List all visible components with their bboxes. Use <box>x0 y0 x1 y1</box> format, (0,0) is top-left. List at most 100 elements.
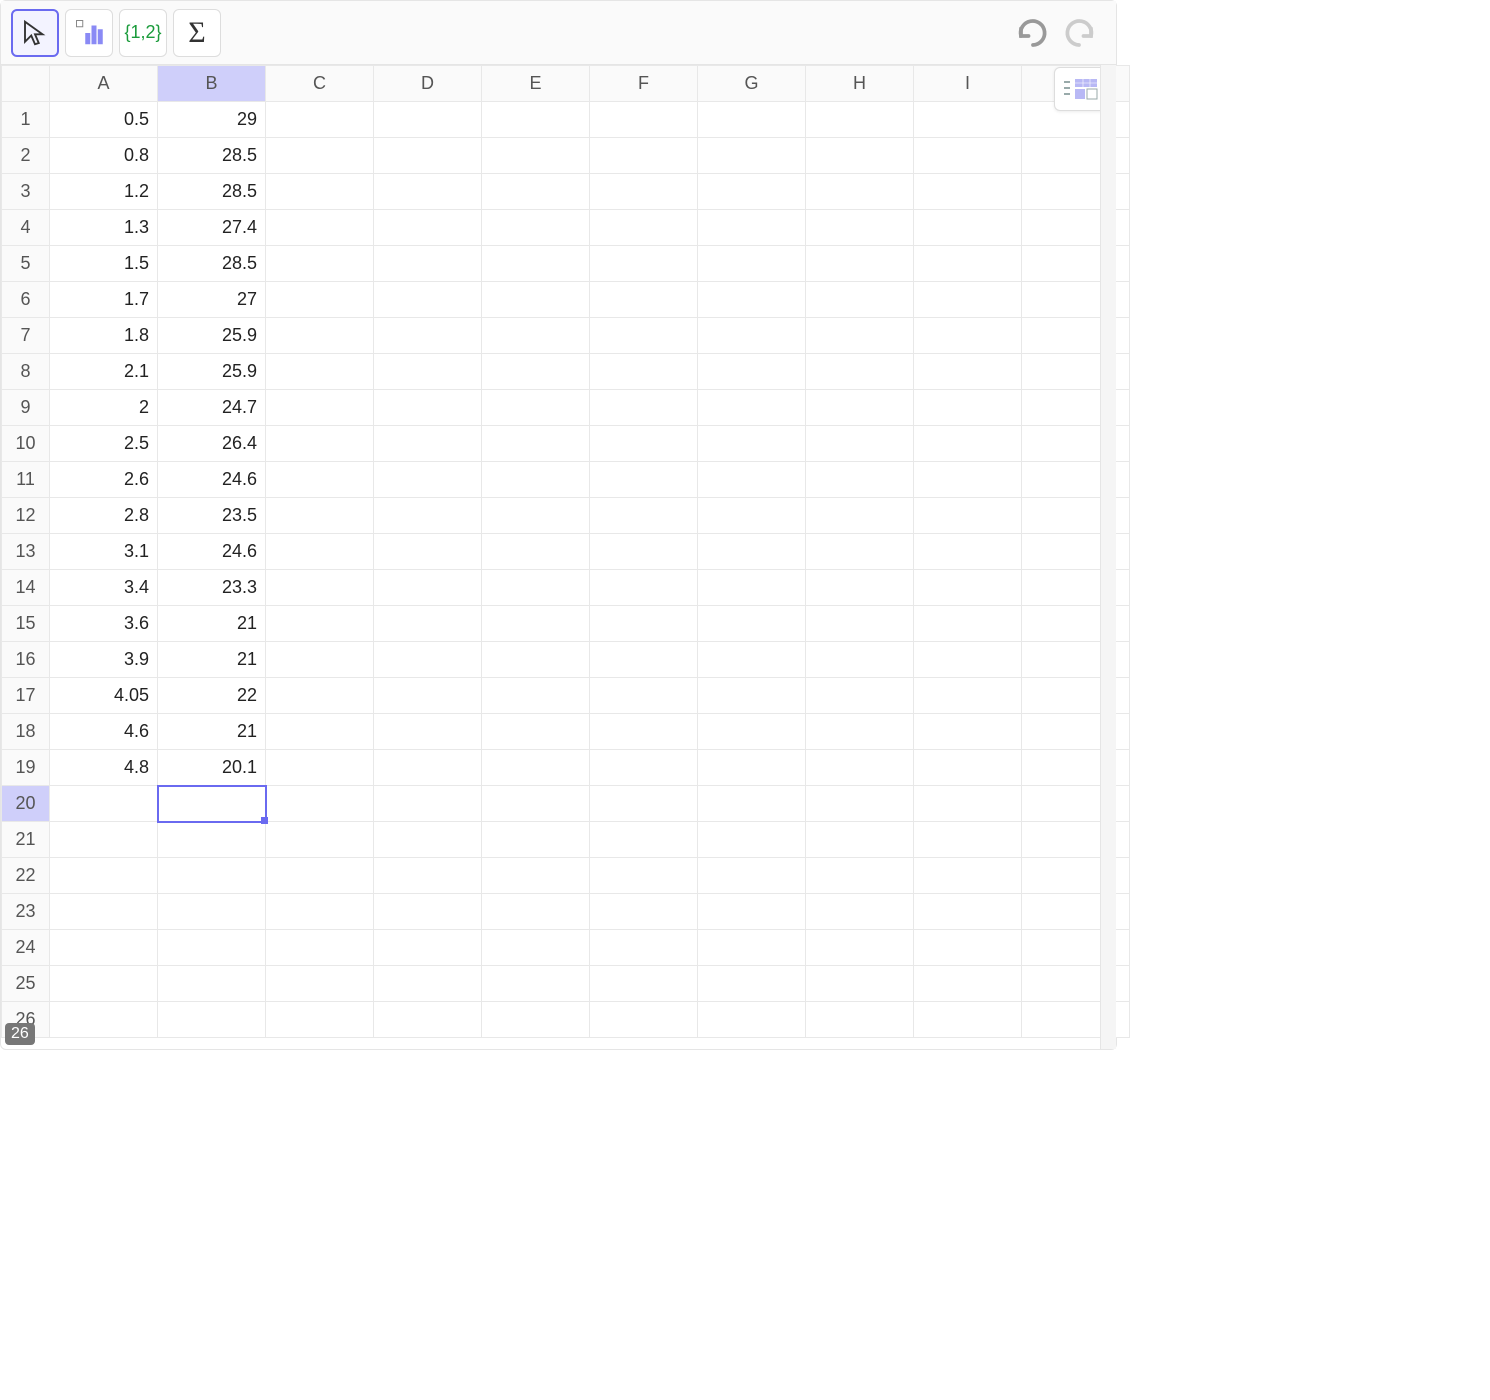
cell-I20[interactable] <box>914 786 1022 822</box>
cell-I18[interactable] <box>914 714 1022 750</box>
cell-G14[interactable] <box>698 570 806 606</box>
cell-D18[interactable] <box>374 714 482 750</box>
cell-B22[interactable] <box>158 858 266 894</box>
cell-C8[interactable] <box>266 354 374 390</box>
row-header-11[interactable]: 11 <box>2 462 50 498</box>
cell-A12[interactable]: 2.8 <box>50 498 158 534</box>
cell-A8[interactable]: 2.1 <box>50 354 158 390</box>
row-header-13[interactable]: 13 <box>2 534 50 570</box>
cell-H11[interactable] <box>806 462 914 498</box>
cell-A21[interactable] <box>50 822 158 858</box>
cell-C26[interactable] <box>266 1002 374 1038</box>
cell-F6[interactable] <box>590 282 698 318</box>
cell-C17[interactable] <box>266 678 374 714</box>
cell-C16[interactable] <box>266 642 374 678</box>
cell-D17[interactable] <box>374 678 482 714</box>
cell-A7[interactable]: 1.8 <box>50 318 158 354</box>
spreadsheet-grid[interactable]: ABCDEFGHIJ 10.52920.828.531.228.541.327.… <box>1 65 1130 1038</box>
cell-E1[interactable] <box>482 102 590 138</box>
cell-B21[interactable] <box>158 822 266 858</box>
cell-E16[interactable] <box>482 642 590 678</box>
cell-I12[interactable] <box>914 498 1022 534</box>
cell-B11[interactable]: 24.6 <box>158 462 266 498</box>
cell-H20[interactable] <box>806 786 914 822</box>
row-header-12[interactable]: 12 <box>2 498 50 534</box>
cell-C10[interactable] <box>266 426 374 462</box>
cell-A9[interactable]: 2 <box>50 390 158 426</box>
cell-H23[interactable] <box>806 894 914 930</box>
cell-C5[interactable] <box>266 246 374 282</box>
cell-C24[interactable] <box>266 930 374 966</box>
cell-E4[interactable] <box>482 210 590 246</box>
cell-E5[interactable] <box>482 246 590 282</box>
cell-D3[interactable] <box>374 174 482 210</box>
cell-H4[interactable] <box>806 210 914 246</box>
cell-A22[interactable] <box>50 858 158 894</box>
cell-I25[interactable] <box>914 966 1022 1002</box>
cell-C1[interactable] <box>266 102 374 138</box>
cell-C12[interactable] <box>266 498 374 534</box>
row-header-15[interactable]: 15 <box>2 606 50 642</box>
cell-D22[interactable] <box>374 858 482 894</box>
cell-B26[interactable] <box>158 1002 266 1038</box>
cell-H10[interactable] <box>806 426 914 462</box>
cell-E12[interactable] <box>482 498 590 534</box>
cell-G12[interactable] <box>698 498 806 534</box>
cell-G17[interactable] <box>698 678 806 714</box>
cell-B4[interactable]: 27.4 <box>158 210 266 246</box>
cell-G3[interactable] <box>698 174 806 210</box>
cell-B7[interactable]: 25.9 <box>158 318 266 354</box>
cell-E17[interactable] <box>482 678 590 714</box>
cell-F12[interactable] <box>590 498 698 534</box>
cell-I16[interactable] <box>914 642 1022 678</box>
cell-F1[interactable] <box>590 102 698 138</box>
cell-G15[interactable] <box>698 606 806 642</box>
column-header-I[interactable]: I <box>914 66 1022 102</box>
cell-D26[interactable] <box>374 1002 482 1038</box>
cell-C2[interactable] <box>266 138 374 174</box>
cell-D6[interactable] <box>374 282 482 318</box>
cell-I13[interactable] <box>914 534 1022 570</box>
vertical-scrollbar[interactable] <box>1100 65 1116 1049</box>
cell-B17[interactable]: 22 <box>158 678 266 714</box>
row-header-20[interactable]: 20 <box>2 786 50 822</box>
cell-C25[interactable] <box>266 966 374 1002</box>
cell-A17[interactable]: 4.05 <box>50 678 158 714</box>
cell-A23[interactable] <box>50 894 158 930</box>
cell-G2[interactable] <box>698 138 806 174</box>
cell-B9[interactable]: 24.7 <box>158 390 266 426</box>
cell-A6[interactable]: 1.7 <box>50 282 158 318</box>
cell-H19[interactable] <box>806 750 914 786</box>
cell-A14[interactable]: 3.4 <box>50 570 158 606</box>
cell-H2[interactable] <box>806 138 914 174</box>
cell-G20[interactable] <box>698 786 806 822</box>
corner-cell[interactable] <box>2 66 50 102</box>
cell-B24[interactable] <box>158 930 266 966</box>
cell-C6[interactable] <box>266 282 374 318</box>
cell-D12[interactable] <box>374 498 482 534</box>
cell-I21[interactable] <box>914 822 1022 858</box>
row-header-14[interactable]: 14 <box>2 570 50 606</box>
column-header-D[interactable]: D <box>374 66 482 102</box>
cell-A10[interactable]: 2.5 <box>50 426 158 462</box>
cell-B20[interactable] <box>158 786 266 822</box>
cell-I23[interactable] <box>914 894 1022 930</box>
cell-I19[interactable] <box>914 750 1022 786</box>
cell-E18[interactable] <box>482 714 590 750</box>
cell-G7[interactable] <box>698 318 806 354</box>
row-header-16[interactable]: 16 <box>2 642 50 678</box>
column-header-F[interactable]: F <box>590 66 698 102</box>
cell-I1[interactable] <box>914 102 1022 138</box>
list-tool-button[interactable]: {1,2} <box>119 9 167 57</box>
cell-I5[interactable] <box>914 246 1022 282</box>
cell-G1[interactable] <box>698 102 806 138</box>
cell-D19[interactable] <box>374 750 482 786</box>
cell-C20[interactable] <box>266 786 374 822</box>
cell-E14[interactable] <box>482 570 590 606</box>
cell-D10[interactable] <box>374 426 482 462</box>
cell-C23[interactable] <box>266 894 374 930</box>
cell-D11[interactable] <box>374 462 482 498</box>
cell-E21[interactable] <box>482 822 590 858</box>
cell-E9[interactable] <box>482 390 590 426</box>
cell-I3[interactable] <box>914 174 1022 210</box>
